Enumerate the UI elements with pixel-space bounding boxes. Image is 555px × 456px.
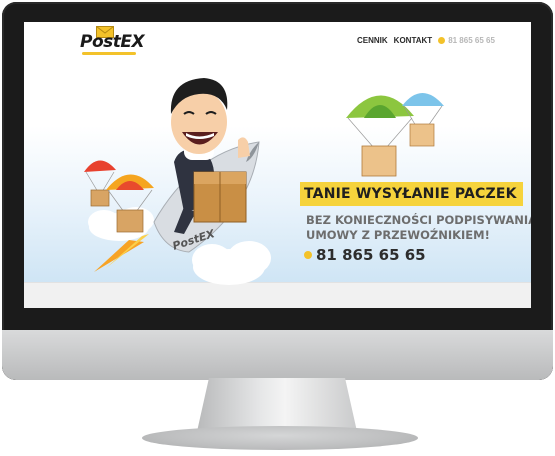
parachute-blue xyxy=(402,93,444,147)
hero-headline: TANIE WYSYŁANIE PACZEK xyxy=(300,182,523,206)
hero-illustration: PostEX xyxy=(84,78,444,285)
monitor-chin xyxy=(2,330,553,380)
nav-phone[interactable]: 81 865 65 65 xyxy=(438,36,495,45)
hero-subline-2: UMOWY Z PRZEWOŹNIKIEM! xyxy=(306,228,490,242)
hero-subline-1: BEZ KONIECZNOŚCI PODPISYWANIA xyxy=(306,213,531,227)
nav-item-kontakt[interactable]: KONTAKT xyxy=(394,36,433,45)
hero-phone-number: 81 865 65 65 xyxy=(316,246,426,264)
phone-icon xyxy=(304,251,312,259)
logo-underline xyxy=(82,52,136,55)
rocket-flame xyxy=(94,240,144,272)
monitor-stand-base xyxy=(142,426,418,450)
parcel-box-held xyxy=(193,171,247,223)
nav-item-cennik[interactable]: CENNIK xyxy=(357,36,388,45)
parachute-red xyxy=(84,160,116,207)
parachute-green xyxy=(346,95,414,177)
top-nav: CENNIK KONTAKT 81 865 65 65 xyxy=(357,36,495,45)
site-logo[interactable]: PostEX xyxy=(80,32,145,52)
phone-icon xyxy=(438,37,446,44)
nav-phone-number: 81 865 65 65 xyxy=(448,36,495,45)
cloud-bottom xyxy=(192,241,271,285)
hero-phone[interactable]: 81 865 65 65 xyxy=(304,246,426,264)
website-screen: PostEX PostEX CENNIK KONTAKT 81 865 65 6… xyxy=(24,22,531,308)
